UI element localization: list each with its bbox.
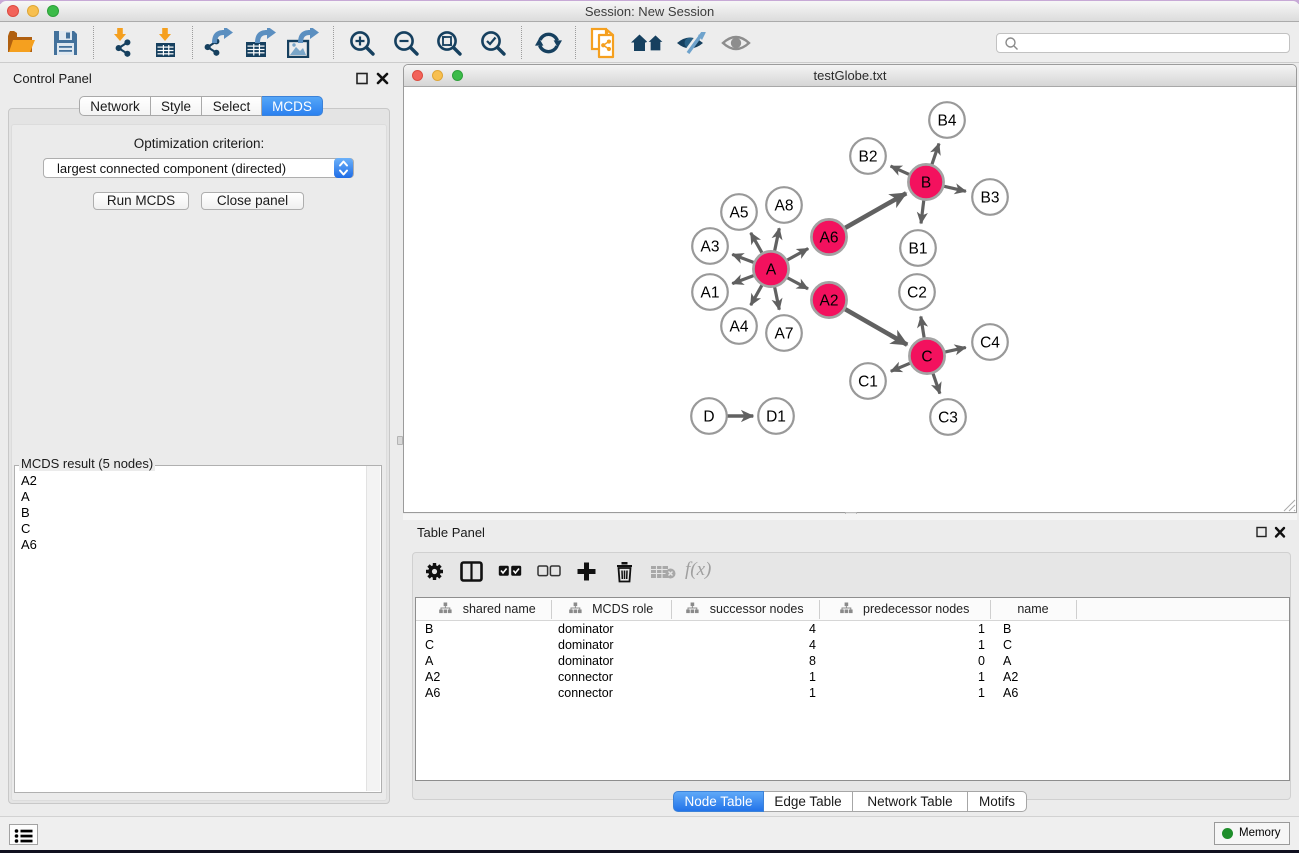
svg-text:C4: C4 [980, 335, 1000, 352]
svg-text:D1: D1 [766, 409, 786, 426]
svg-text:B1: B1 [909, 241, 928, 258]
svg-text:A6: A6 [820, 230, 839, 247]
svg-text:C: C [921, 349, 932, 366]
svg-text:B3: B3 [981, 190, 1000, 207]
svg-text:A7: A7 [775, 326, 794, 343]
svg-text:B: B [921, 175, 931, 192]
svg-text:A5: A5 [730, 205, 749, 222]
svg-text:A4: A4 [730, 319, 749, 336]
svg-text:C1: C1 [858, 374, 878, 391]
svg-text:B2: B2 [859, 149, 878, 166]
svg-text:A: A [766, 262, 777, 279]
svg-text:C3: C3 [938, 410, 958, 427]
svg-text:A2: A2 [820, 293, 839, 310]
svg-text:A1: A1 [701, 285, 720, 302]
svg-text:C2: C2 [907, 285, 927, 302]
svg-text:B4: B4 [938, 113, 957, 130]
svg-text:A8: A8 [775, 198, 794, 215]
svg-text:A3: A3 [701, 239, 720, 256]
svg-text:D: D [703, 409, 714, 426]
